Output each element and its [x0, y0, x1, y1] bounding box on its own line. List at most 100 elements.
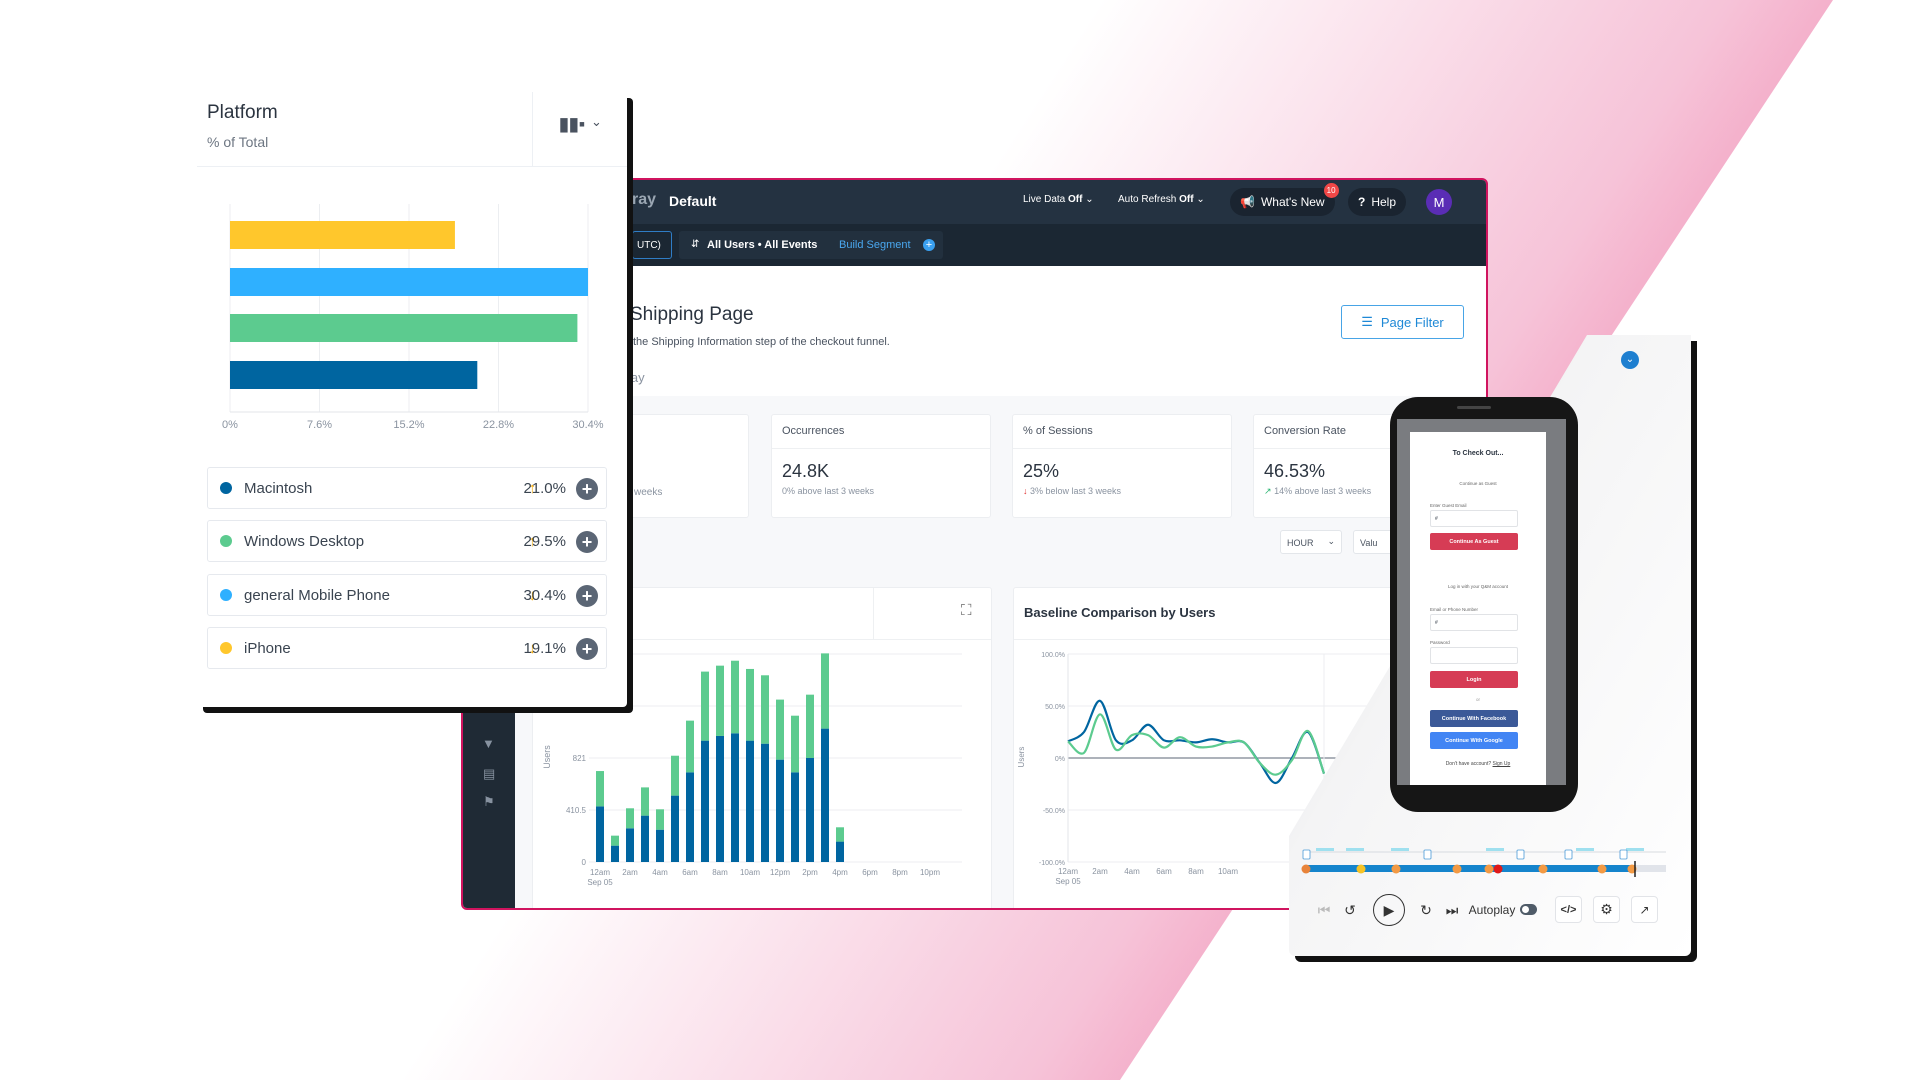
continue-as-guest-button[interactable]: Continue As Guest: [1430, 533, 1518, 550]
platform-list-item[interactable]: Macintosh ↑ 21.0% +: [207, 467, 607, 509]
sign-up-link[interactable]: Sign Up: [1493, 761, 1511, 767]
bar-segment-green: [656, 809, 664, 830]
skip-next-icon[interactable]: ⏭: [1444, 896, 1460, 924]
bar-segment-blue: [611, 845, 619, 862]
notification-badge: 10: [1323, 183, 1339, 198]
sort-icon: ⇵: [691, 239, 700, 250]
plus-icon[interactable]: +: [923, 239, 935, 251]
auto-refresh-label: Auto Refresh: [1118, 194, 1177, 205]
flag-icon[interactable]: ⚑: [483, 794, 495, 810]
x-tick-label: 12am: [590, 868, 610, 877]
platform-list-item[interactable]: Windows Desktop ↑ 29.5% +: [207, 520, 607, 562]
guest-email-input[interactable]: #: [1430, 510, 1518, 527]
bar-segment-green: [806, 694, 814, 758]
facebook-login-button[interactable]: Continue With Facebook: [1430, 710, 1518, 727]
date-range-picker[interactable]: UTC): [632, 231, 672, 259]
stat-value: 24.8K: [782, 461, 830, 481]
event-marker: [1538, 864, 1548, 874]
x-tick-label: 2am: [1092, 867, 1108, 876]
platform-card: Platform % of Total ▮▮▪ ⌄ 0% 7.6% 15.2% 22.…: [197, 92, 627, 707]
password-label: Password: [1430, 640, 1450, 645]
external-link-icon[interactable]: ↗: [1631, 896, 1658, 923]
tab-fragment[interactable]: lay: [628, 370, 645, 385]
bar-windows-desktop: [230, 314, 578, 342]
platform-value: 19.1%: [523, 639, 566, 657]
login-button[interactable]: Login: [1430, 671, 1518, 688]
guest-heading: Continue as Guest: [1459, 481, 1497, 486]
add-filter-icon[interactable]: +: [576, 531, 598, 553]
autoplay-label: Autoplay: [1468, 903, 1516, 917]
x-tick-label: 15.2%: [393, 419, 424, 431]
x-tick-label: 12am: [1058, 867, 1078, 876]
legend-dot: [220, 535, 232, 547]
event-marker: [1597, 864, 1607, 874]
page-filter-button[interactable]: ☰ Page Filter: [1341, 305, 1464, 339]
arrow-up-icon: ↗: [1264, 486, 1272, 496]
live-data-toggle[interactable]: Live Data Off ⌄: [1023, 194, 1094, 205]
x-tick-label: 30.4%: [572, 419, 603, 431]
google-login-button[interactable]: Continue With Google: [1430, 732, 1518, 749]
bar-segment-blue: [746, 740, 754, 862]
bar-segment-green: [641, 787, 649, 816]
funnel-icon[interactable]: ▼: [482, 736, 495, 751]
page-header: Shipping Page the Shipping Information s…: [515, 266, 1486, 396]
build-segment-link[interactable]: Build Segment: [839, 239, 911, 251]
code-icon[interactable]: </>: [1555, 896, 1582, 923]
bar-segment-green: [731, 660, 739, 734]
chevron-down-icon: ⌄: [1196, 194, 1205, 205]
x-tick-label: 22.8%: [483, 419, 514, 431]
add-filter-icon[interactable]: +: [576, 638, 598, 660]
chevron-down-icon[interactable]: ⌄: [591, 114, 602, 130]
no-account-text: Don't have account?: [1445, 761, 1492, 767]
platform-list-item[interactable]: iPhone ↓ 19.1% +: [207, 627, 607, 669]
help-button[interactable]: ? Help: [1348, 188, 1407, 216]
gear-icon[interactable]: ⚙: [1593, 896, 1620, 923]
phone-mockup: To Check Out... Continue as Guest Enter …: [1390, 397, 1578, 812]
platform-name: iPhone: [244, 639, 291, 657]
add-filter-icon[interactable]: +: [576, 478, 598, 500]
platform-value: 30.4%: [523, 586, 566, 604]
add-filter-icon[interactable]: +: [576, 585, 598, 607]
page-icon: [1302, 849, 1311, 860]
bar-segment-green: [686, 720, 694, 773]
bar-segment-green: [836, 827, 844, 842]
stat-value: 25%: [1023, 461, 1060, 481]
x-tick-label: 10am: [740, 868, 760, 877]
platform-value: 21.0%: [523, 479, 566, 497]
bar-segment-green: [716, 665, 724, 736]
email-input[interactable]: #: [1430, 614, 1518, 631]
chart-title: Baseline Comparison by Users: [1024, 605, 1216, 620]
password-input[interactable]: [1430, 647, 1518, 664]
bar-segment-blue: [821, 728, 829, 862]
skip-to-start-icon[interactable]: ⏮: [1316, 896, 1332, 924]
form-title: To Check Out...: [1452, 450, 1504, 457]
timeline-progress: [1306, 865, 1635, 872]
rewind-icon[interactable]: ↺: [1342, 896, 1358, 924]
replay-timeline[interactable]: [1296, 840, 1676, 885]
bar-segment-blue: [671, 795, 679, 862]
bar-segment-green: [746, 668, 754, 741]
avatar[interactable]: M: [1426, 189, 1452, 215]
platform-list-item[interactable]: general Mobile Phone ↓ 30.4% +: [207, 574, 607, 616]
document-icon[interactable]: ▤: [483, 766, 495, 782]
play-button[interactable]: ▶: [1373, 894, 1405, 926]
chevron-down-icon[interactable]: ⌄: [1621, 351, 1639, 369]
autoplay-toggle[interactable]: [1520, 904, 1537, 915]
bar-chart-type-icon[interactable]: ▮▮▪: [559, 114, 585, 135]
x-sub-label: Sep 05: [1055, 877, 1081, 886]
arrow-down-icon: ↓: [1023, 486, 1028, 496]
auto-refresh-toggle[interactable]: Auto Refresh Off ⌄: [1118, 194, 1205, 205]
bar-segment-blue: [806, 758, 814, 862]
interval-dropdown[interactable]: HOUR ⌄: [1280, 530, 1342, 554]
forward-icon[interactable]: ↻: [1418, 896, 1434, 924]
legend-dot: [220, 482, 232, 494]
project-name[interactable]: Default: [669, 193, 716, 209]
or-divider: or: [1475, 697, 1480, 702]
activity-marker: [1316, 848, 1334, 851]
x-tick-label: 0%: [222, 419, 238, 431]
expand-icon[interactable]: ⛶: [961, 602, 972, 619]
whats-new-button[interactable]: 📢 What's New 10: [1230, 183, 1339, 216]
event-marker: [1356, 864, 1366, 874]
segment-label[interactable]: All Users • All Events: [707, 239, 817, 251]
bar-segment-blue: [761, 743, 769, 862]
